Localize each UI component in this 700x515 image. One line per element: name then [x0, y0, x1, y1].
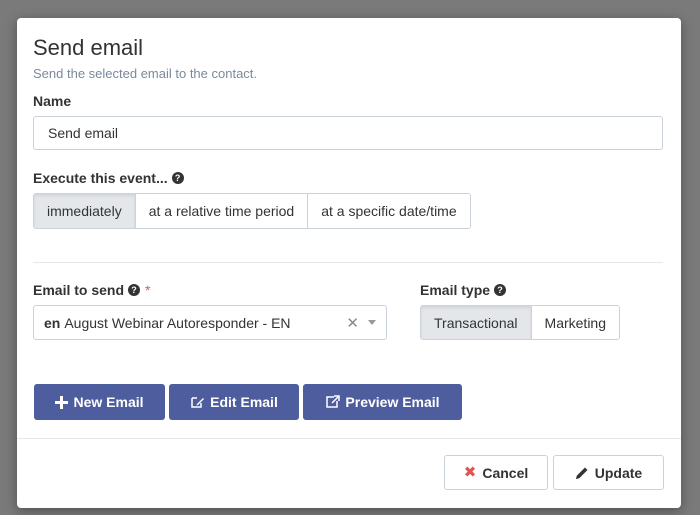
pencil-icon	[575, 467, 588, 479]
email-type-label-text: Email type	[420, 282, 491, 298]
email-type-label: Email type ?	[420, 282, 507, 298]
email-type-group: Transactional Marketing	[420, 305, 620, 340]
modal-title: Send email	[33, 35, 144, 60]
execute-timing-group: immediately at a relative time period at…	[33, 193, 471, 229]
cancel-button[interactable]: ✖ Cancel	[444, 455, 548, 490]
plus-icon	[55, 395, 69, 409]
question-circle-icon[interactable]: ?	[128, 284, 141, 296]
name-input[interactable]	[33, 116, 663, 150]
chevron-down-icon[interactable]	[368, 320, 376, 325]
execute-option-immediately[interactable]: immediately	[34, 194, 135, 228]
email-select[interactable]: en August Webinar Autoresponder - EN ✕	[33, 305, 387, 340]
execute-label-text: Execute this event...	[33, 170, 168, 186]
email-type-marketing[interactable]: Marketing	[530, 306, 619, 339]
update-button[interactable]: Update	[553, 455, 664, 490]
footer-divider	[17, 438, 681, 439]
update-label: Update	[594, 464, 643, 481]
external-link-icon	[326, 395, 341, 408]
email-language-code: en	[44, 314, 61, 331]
edit-icon	[191, 397, 205, 408]
edit-email-label: Edit Email	[210, 394, 278, 410]
execute-option-relative-time[interactable]: at a relative time period	[134, 194, 308, 228]
preview-email-button[interactable]: Preview Email	[303, 384, 462, 420]
question-circle-icon[interactable]: ?	[494, 284, 507, 296]
edit-email-button[interactable]: Edit Email	[169, 384, 299, 420]
question-circle-icon[interactable]: ?	[171, 172, 184, 184]
times-icon: ✖	[463, 464, 477, 481]
new-email-label: New Email	[73, 394, 144, 410]
email-type-transactional[interactable]: Transactional	[421, 306, 531, 339]
send-email-modal: Send email Send the selected email to th…	[17, 18, 681, 508]
email-select-value: August Webinar Autoresponder - EN	[64, 314, 291, 331]
new-email-button[interactable]: New Email	[34, 384, 165, 420]
section-divider	[33, 262, 663, 263]
email-to-send-label-text: Email to send	[33, 282, 125, 298]
clear-icon[interactable]: ✕	[346, 314, 359, 332]
name-label-text: Name	[33, 93, 72, 109]
name-label: Name	[33, 93, 71, 109]
preview-email-label: Preview Email	[345, 394, 440, 410]
cancel-label: Cancel	[482, 464, 529, 481]
execute-label: Execute this event... ?	[33, 170, 184, 186]
required-marker: *	[145, 282, 151, 298]
modal-subtitle: Send the selected email to the contact.	[33, 66, 258, 81]
email-to-send-label: Email to send ? *	[33, 282, 150, 298]
execute-option-specific-date[interactable]: at a specific date/time	[307, 194, 470, 228]
